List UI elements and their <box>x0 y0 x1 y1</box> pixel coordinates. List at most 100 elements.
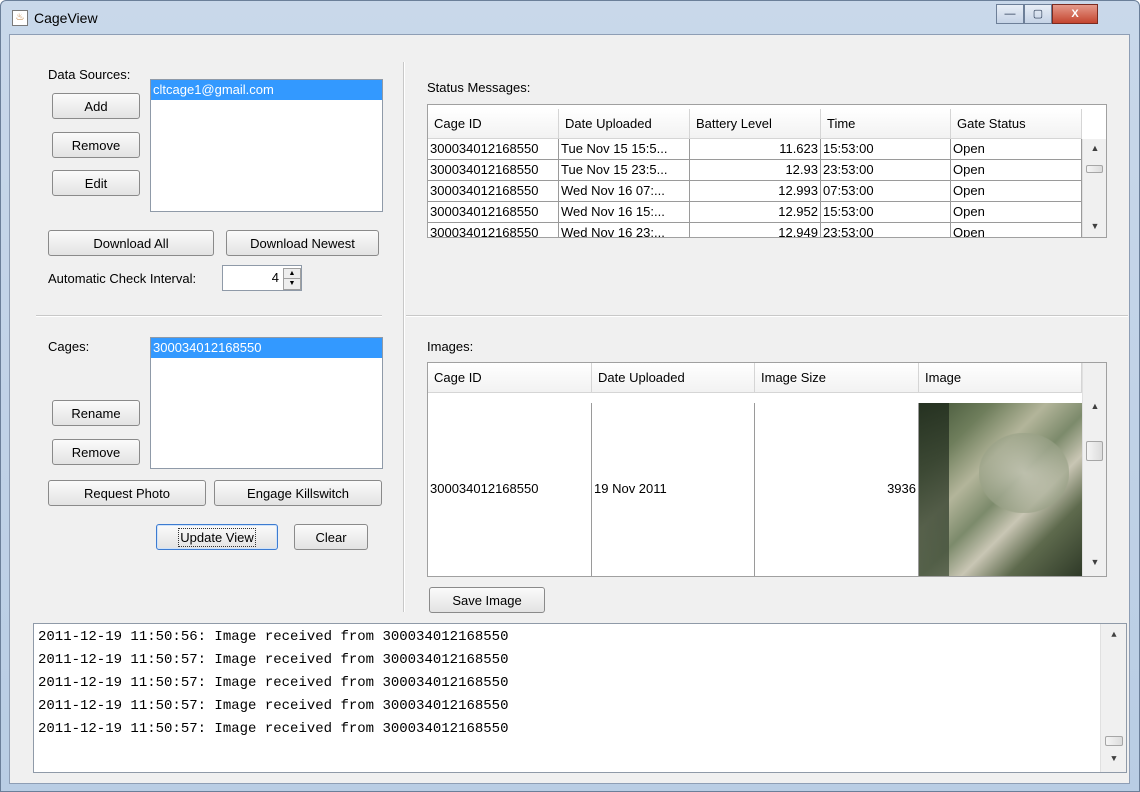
log-textarea[interactable]: 2011-12-19 11:50:56: Image received from… <box>33 623 1127 773</box>
rename-cage-button[interactable]: Rename <box>52 400 140 426</box>
close-icon: X <box>1071 8 1079 20</box>
cell-battery: 12.949 <box>690 223 821 237</box>
close-button[interactable]: X <box>1052 4 1098 24</box>
image-cell-size: 3936 <box>755 403 919 576</box>
images-scrollbar[interactable]: ▲ ▼ <box>1082 363 1106 576</box>
maximize-button[interactable]: ▢ <box>1024 4 1052 24</box>
status-table[interactable]: Cage ID Date Uploaded Battery Level Time… <box>427 104 1107 238</box>
status-messages-label: Status Messages: <box>427 80 531 95</box>
scroll-down-icon[interactable]: ▼ <box>1083 557 1106 567</box>
images-col-cage-id[interactable]: Cage ID <box>428 363 592 393</box>
data-sources-label: Data Sources: <box>48 67 131 82</box>
right-separator <box>406 315 1128 317</box>
minimize-button[interactable]: — <box>996 4 1024 24</box>
left-separator-top <box>36 315 382 317</box>
scroll-down-icon[interactable]: ▼ <box>1101 754 1127 764</box>
request-photo-button[interactable]: Request Photo <box>48 480 206 506</box>
title-bar[interactable]: ♨ CageView — ▢ X <box>0 0 1140 34</box>
log-line: 2011-12-19 11:50:56: Image received from… <box>38 629 509 645</box>
scroll-thumb[interactable] <box>1086 441 1103 461</box>
cell-date: Tue Nov 15 23:5... <box>559 160 690 181</box>
add-source-button[interactable]: Add <box>52 93 140 119</box>
images-col-date[interactable]: Date Uploaded <box>592 363 755 393</box>
cages-list[interactable]: 300034012168550 <box>150 337 383 469</box>
java-icon: ♨ <box>12 10 28 26</box>
image-size: 3936 <box>887 481 916 496</box>
cell-battery: 12.952 <box>690 202 821 223</box>
scroll-thumb[interactable] <box>1105 736 1123 746</box>
log-lines: 2011-12-19 11:50:56: Image received from… <box>34 624 1126 741</box>
cell-battery: 11.623 <box>690 139 821 160</box>
cell-cage-id: 300034012168550 <box>428 160 559 181</box>
save-image-button[interactable]: Save Image <box>429 587 545 613</box>
status-col-battery[interactable]: Battery Level <box>690 109 821 139</box>
engage-killswitch-button[interactable]: Engage Killswitch <box>214 480 382 506</box>
cell-date: Tue Nov 15 15:5... <box>559 139 690 160</box>
image-cell-date: 19 Nov 2011 <box>592 403 755 576</box>
scroll-thumb[interactable] <box>1086 165 1103 173</box>
image-date: 19 Nov 2011 <box>594 481 667 496</box>
image-cell-cage: 300034012168550 <box>428 403 592 576</box>
cell-cage-id: 300034012168550 <box>428 202 559 223</box>
maximize-icon: ▢ <box>1032 8 1044 20</box>
status-col-cage-id[interactable]: Cage ID <box>428 109 559 139</box>
cages-label: Cages: <box>48 339 90 354</box>
clear-button[interactable]: Clear <box>294 524 368 550</box>
scroll-up-icon[interactable]: ▲ <box>1101 630 1127 640</box>
cell-time: 23:53:00 <box>821 223 951 237</box>
cell-battery: 12.93 <box>690 160 821 181</box>
interval-label: Automatic Check Interval: <box>48 271 197 286</box>
cell-date: Wed Nov 16 15:... <box>559 202 690 223</box>
log-line: 2011-12-19 11:50:57: Image received from… <box>38 652 509 668</box>
status-scrollbar[interactable]: ▲ ▼ <box>1082 139 1106 237</box>
cell-gate: Open <box>951 139 1082 160</box>
edit-source-button[interactable]: Edit <box>52 170 140 196</box>
cell-gate: Open <box>951 223 1082 237</box>
minimize-icon: — <box>1004 8 1016 20</box>
update-view-label: Update View <box>178 528 256 547</box>
update-view-button[interactable]: Update View <box>156 524 278 550</box>
images-table[interactable]: Cage ID Date Uploaded Image Size Image 3… <box>427 362 1107 577</box>
data-sources-list[interactable]: cltcage1@gmail.com <box>150 79 383 212</box>
cell-gate: Open <box>951 181 1082 202</box>
data-source-item[interactable]: cltcage1@gmail.com <box>151 80 382 100</box>
log-line: 2011-12-19 11:50:57: Image received from… <box>38 675 509 691</box>
interval-spinner[interactable]: 4 ▲ ▼ <box>222 265 302 291</box>
download-newest-button[interactable]: Download Newest <box>226 230 379 256</box>
vertical-separator <box>403 62 405 612</box>
cell-time: 15:53:00 <box>821 139 951 160</box>
log-line: 2011-12-19 11:50:57: Image received from… <box>38 721 509 737</box>
status-col-time[interactable]: Time <box>821 109 951 139</box>
cell-cage-id: 300034012168550 <box>428 223 559 237</box>
cell-cage-id: 300034012168550 <box>428 181 559 202</box>
cell-date: Wed Nov 16 07:... <box>559 181 690 202</box>
cell-time: 15:53:00 <box>821 202 951 223</box>
cell-battery: 12.993 <box>690 181 821 202</box>
image-cage-id: 300034012168550 <box>430 481 539 496</box>
status-col-gate[interactable]: Gate Status <box>951 109 1082 139</box>
scroll-up-icon[interactable]: ▲ <box>1083 401 1106 411</box>
cell-time: 23:53:00 <box>821 160 951 181</box>
window-title: CageView <box>34 10 98 26</box>
images-col-image[interactable]: Image <box>919 363 1082 393</box>
cage-item[interactable]: 300034012168550 <box>151 338 382 358</box>
table-row[interactable]: 300034012168550 19 Nov 2011 3936 <box>428 403 1082 576</box>
remove-source-button[interactable]: Remove <box>52 132 140 158</box>
status-col-date[interactable]: Date Uploaded <box>559 109 690 139</box>
cell-cage-id: 300034012168550 <box>428 139 559 160</box>
cell-time: 07:53:00 <box>821 181 951 202</box>
interval-value[interactable]: 4 <box>227 270 279 285</box>
cell-date: Wed Nov 16 23:... <box>559 223 690 237</box>
download-all-button[interactable]: Download All <box>48 230 214 256</box>
cage-photo-thumbnail[interactable] <box>919 403 1082 576</box>
scroll-up-icon[interactable]: ▲ <box>1083 143 1106 153</box>
log-line: 2011-12-19 11:50:57: Image received from… <box>38 698 509 714</box>
photo-shadow <box>919 403 949 576</box>
images-col-size[interactable]: Image Size <box>755 363 919 393</box>
remove-cage-button[interactable]: Remove <box>52 439 140 465</box>
spinner-down-icon[interactable]: ▼ <box>283 278 301 290</box>
log-scrollbar[interactable]: ▲ ▼ <box>1100 624 1126 772</box>
scroll-down-icon[interactable]: ▼ <box>1083 221 1106 231</box>
cell-gate: Open <box>951 160 1082 181</box>
photo-highlight <box>979 433 1069 513</box>
